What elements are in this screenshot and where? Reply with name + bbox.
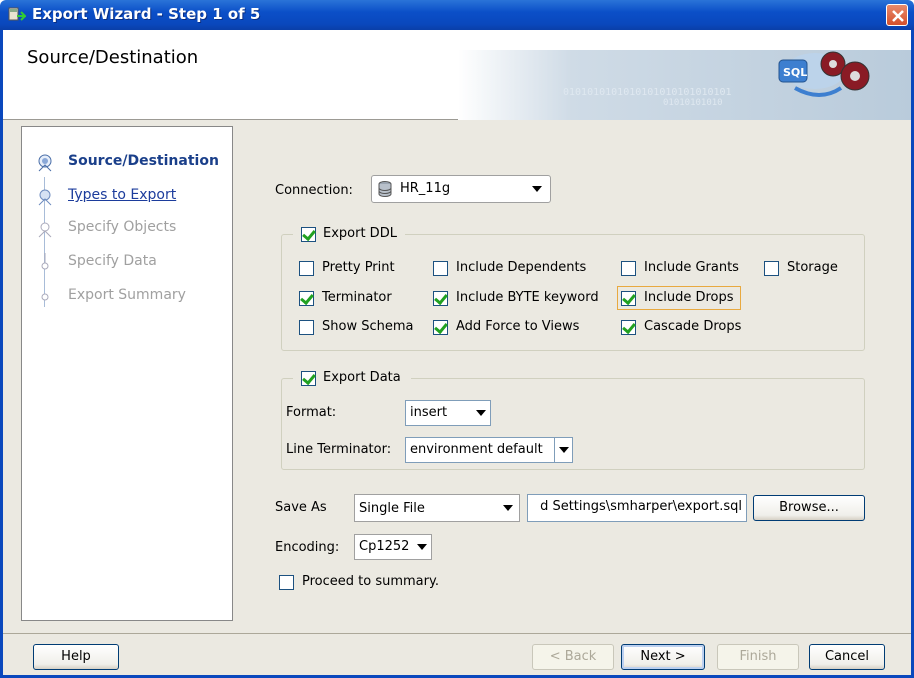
app-icon — [8, 7, 26, 21]
format-label: Format: — [286, 405, 337, 420]
export-data-label: Export Data — [323, 370, 401, 385]
step-label: Specify Data — [68, 253, 157, 269]
step-label: Types to Export — [68, 187, 177, 203]
step-export-summary: Export Summary — [22, 281, 232, 311]
step-icon — [41, 293, 49, 301]
storage-label: Storage — [787, 260, 838, 275]
wizard-header: 0101010101010101010101010101 01010101010… — [3, 30, 911, 120]
connection-select[interactable]: HR_11g — [371, 175, 551, 203]
export-ddl-label: Export DDL — [323, 226, 397, 241]
chevron-down-icon — [413, 535, 431, 559]
next-button[interactable]: Next > — [621, 644, 705, 670]
format-value: insert — [410, 405, 448, 420]
help-button[interactable]: Help — [33, 644, 119, 670]
add-force-to-views-label: Add Force to Views — [456, 319, 580, 334]
cancel-button[interactable]: Cancel — [809, 644, 885, 670]
include-dependents-label: Include Dependents — [456, 260, 587, 275]
close-button[interactable] — [886, 4, 908, 26]
cascade-drops-label: Cascade Drops — [644, 319, 742, 334]
include-grants-label: Include Grants — [644, 260, 739, 275]
header-binary-text-2: 01010101010 — [663, 98, 723, 108]
step-types-to-export[interactable]: Types to Export — [22, 181, 232, 211]
header-binary-text: 0101010101010101010101010101 — [563, 87, 732, 98]
proceed-to-summary-checkbox[interactable] — [279, 575, 294, 590]
footer-separator — [3, 633, 911, 634]
current-step-icon — [38, 154, 52, 172]
include-drops-label: Include Drops — [644, 290, 734, 305]
close-icon — [892, 10, 904, 22]
line-terminator-value: environment default — [410, 442, 543, 457]
chevron-down-icon — [499, 495, 517, 521]
step-icon — [38, 189, 52, 206]
step-icon — [38, 222, 52, 238]
save-as-select[interactable]: Single File — [354, 494, 520, 522]
wizard-frame: 0101010101010101010101010101 01010101010… — [0, 30, 914, 678]
wizard-steps-nav: Source/Destination Types to Export Speci… — [21, 126, 233, 621]
terminator-checkbox[interactable] — [299, 291, 314, 306]
format-select[interactable]: insert — [405, 400, 491, 426]
save-path-value: d Settings\smharper\export.sql — [540, 499, 742, 514]
step-label: Export Summary — [68, 287, 186, 303]
database-icon — [378, 181, 392, 197]
step-label: Source/Destination — [68, 153, 219, 169]
line-terminator-select[interactable]: environment default — [405, 437, 573, 463]
encoding-label: Encoding: — [275, 540, 340, 555]
cascade-drops-checkbox[interactable] — [621, 320, 636, 335]
chevron-down-icon — [528, 176, 546, 202]
window-title: Export Wizard - Step 1 of 5 — [32, 5, 261, 23]
finish-button[interactable]: Finish — [717, 644, 799, 670]
page-title: Source/Destination — [27, 47, 199, 68]
export-ddl-checkbox[interactable] — [301, 227, 316, 242]
chevron-down-icon — [554, 438, 572, 462]
connection-label: Connection: — [275, 183, 353, 198]
include-byte-keyword-checkbox[interactable] — [433, 291, 448, 306]
step-label: Specify Objects — [68, 219, 177, 235]
include-grants-checkbox[interactable] — [621, 261, 636, 276]
connection-value: HR_11g — [400, 181, 451, 196]
save-as-label: Save As — [275, 500, 327, 515]
svg-text:SQL: SQL — [783, 66, 807, 79]
proceed-to-summary-label: Proceed to summary. — [302, 574, 439, 589]
save-path-input[interactable]: d Settings\smharper\export.sql — [527, 494, 747, 522]
step-icon — [41, 253, 49, 270]
step-specify-objects: Specify Objects — [22, 213, 232, 243]
export-data-checkbox[interactable] — [301, 371, 316, 386]
pretty-print-label: Pretty Print — [322, 260, 395, 275]
line-terminator-label: Line Terminator: — [286, 442, 392, 457]
encoding-select[interactable]: Cp1252 — [354, 534, 432, 560]
include-drops-checkbox[interactable] — [621, 291, 636, 306]
step-source-destination[interactable]: Source/Destination — [22, 147, 232, 177]
back-button[interactable]: < Back — [532, 644, 614, 670]
encoding-value: Cp1252 — [359, 539, 410, 554]
step-specify-data: Specify Data — [22, 247, 232, 277]
pretty-print-checkbox[interactable] — [299, 261, 314, 276]
include-byte-keyword-label: Include BYTE keyword — [456, 290, 599, 305]
save-as-value: Single File — [359, 501, 425, 516]
chevron-down-icon — [472, 401, 490, 425]
browse-button[interactable]: Browse... — [753, 495, 865, 521]
show-schema-label: Show Schema — [322, 319, 414, 334]
add-force-to-views-checkbox[interactable] — [433, 320, 448, 335]
show-schema-checkbox[interactable] — [299, 320, 314, 335]
title-bar: Export Wizard - Step 1 of 5 — [0, 0, 914, 30]
storage-checkbox[interactable] — [764, 261, 779, 276]
sql-export-icon: SQL — [778, 51, 870, 97]
terminator-label: Terminator — [322, 290, 392, 305]
include-dependents-checkbox[interactable] — [433, 261, 448, 276]
